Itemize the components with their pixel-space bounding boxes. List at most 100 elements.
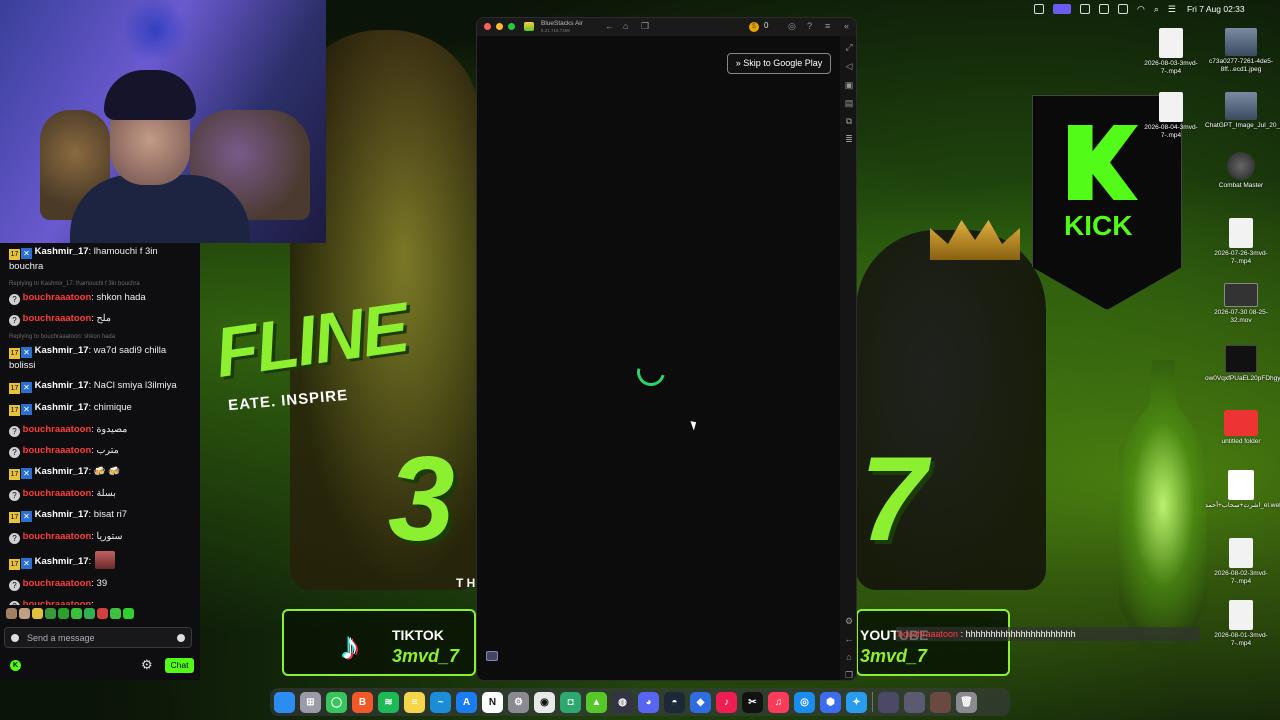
chat-message[interactable]: 17 ✕ Kashmir_17: NaCl smiya l3ilmiya: [9, 379, 194, 394]
chat-username[interactable]: bouchraaatoon: [23, 531, 92, 542]
desktop-file[interactable]: c73a0277-7261-4de5-8ff...ecd1.jpeg: [1205, 28, 1277, 74]
fullscreen-icon[interactable]: ⤢: [844, 42, 854, 52]
app-store-icon[interactable]: A: [456, 691, 477, 713]
chat-message[interactable]: 17 ✕ Kashmir_17:: [9, 551, 194, 570]
chat-username[interactable]: bouchraaatoon: [23, 292, 92, 303]
chat-username[interactable]: Kashmir_17: [35, 509, 89, 520]
desktop-file[interactable]: 2026-08-01-3mvd-7-.mp4: [1205, 600, 1277, 648]
settings-icon[interactable]: ⚙: [508, 691, 529, 713]
desktop-file[interactable]: 2026-08-02-3mvd-7-.mp4: [1205, 538, 1277, 586]
gear-icon[interactable]: ⚙: [141, 657, 153, 673]
battery-icon[interactable]: [1118, 4, 1128, 14]
chat-message-list[interactable]: 17 ✕ Kashmir_17: lhamouchi f 3in bouchra R…: [0, 243, 200, 605]
play-menu-icon[interactable]: [1099, 4, 1109, 14]
recent-apps-icon[interactable]: ❐: [641, 21, 649, 32]
desktop-file[interactable]: Combat Master: [1205, 152, 1277, 190]
close-window-button[interactable]: [484, 23, 491, 30]
capcut-icon[interactable]: ✂: [742, 691, 763, 713]
notion-icon[interactable]: N: [482, 691, 503, 713]
chat-message[interactable]: 17 ✕ Kashmir_17: lhamouchi f 3in bouchra: [9, 245, 194, 273]
chat-username[interactable]: Kashmir_17: [35, 246, 89, 257]
emote-icon[interactable]: [19, 607, 30, 619]
chat-username[interactable]: bouchraaatoon: [23, 424, 92, 435]
chat-message[interactable]: 17 ✕ Kashmir_17: chimique: [9, 401, 194, 416]
home-nav-icon[interactable]: ⌂: [844, 652, 854, 662]
chrome-icon[interactable]: ◉: [534, 691, 555, 713]
emote-bar[interactable]: [6, 606, 192, 620]
chat-message[interactable]: ? bouchraaatoon: بسلة: [9, 487, 194, 501]
menu-extra-icon[interactable]: [1080, 4, 1090, 14]
emote-icon[interactable]: [6, 607, 17, 619]
desktop-file[interactable]: ow0VqxfPUaEL20pFDhgyl...96j.mp4: [1205, 345, 1280, 383]
folder-2-icon[interactable]: [904, 691, 925, 713]
emote-icon[interactable]: [58, 607, 69, 619]
control-center-icon[interactable]: ☰: [1168, 4, 1176, 15]
desktop-file[interactable]: 2026-07-26-3mvd-7-.mp4: [1205, 218, 1277, 266]
minimize-window-button[interactable]: [496, 23, 503, 30]
chat-username[interactable]: bouchraaatoon: [23, 445, 92, 456]
chat-username[interactable]: bouchraaatoon: [23, 578, 92, 589]
chat-username[interactable]: Kashmir_17: [35, 345, 89, 356]
desktop-file[interactable]: ChatGPT_Image_Jul_20_2..._4AM.png: [1205, 92, 1280, 130]
chat-message[interactable]: 17 ✕ Kashmir_17: 🍻 🍻: [9, 465, 194, 480]
desktop-file[interactable]: اشرت+سحاب+أحمد_el.webm: [1205, 470, 1280, 510]
notes-icon[interactable]: ≡: [404, 691, 425, 713]
desktop-file[interactable]: untitled folder: [1205, 410, 1277, 446]
skip-to-google-play-button[interactable]: » Skip to Google Play: [727, 53, 831, 74]
emote-icon[interactable]: [97, 607, 108, 619]
dropbox-menu-icon[interactable]: [1034, 4, 1044, 14]
chat-username[interactable]: bouchraaatoon: [23, 313, 92, 324]
emote-icon[interactable]: [84, 607, 95, 619]
help-icon[interactable]: ?: [807, 21, 812, 32]
home-icon[interactable]: ⌂: [623, 21, 628, 32]
obs-icon[interactable]: ◍: [612, 691, 633, 713]
layers-icon[interactable]: ≣: [844, 134, 854, 144]
kick-icon[interactable]: K: [10, 660, 21, 671]
emote-icon[interactable]: [45, 607, 56, 619]
emote-icon[interactable]: [32, 607, 43, 619]
emote-icon[interactable]: [71, 607, 82, 619]
chat-message-input[interactable]: Send a message: [4, 627, 192, 648]
system-info-icon[interactable]: ⬢: [820, 691, 841, 713]
chat-rules-icon[interactable]: [11, 633, 19, 642]
clock[interactable]: Fri 7 Aug 02:33: [1187, 4, 1245, 14]
zoom-window-button[interactable]: [508, 23, 515, 30]
desktop-file[interactable]: 2026-07-30 08-25-32.mov: [1205, 283, 1277, 325]
chat-send-button[interactable]: Chat: [165, 658, 194, 673]
chat-username[interactable]: bouchraaatoon: [23, 488, 92, 499]
discord-icon[interactable]: ◕: [638, 691, 659, 713]
messages-icon[interactable]: ◯: [326, 691, 347, 713]
keyboard-mapping-icon[interactable]: [486, 651, 498, 661]
media-manager-icon[interactable]: ▤: [844, 98, 854, 108]
chat-username[interactable]: Kashmir_17: [35, 466, 89, 477]
chat-message[interactable]: ? bouchraaatoon: 39: [9, 577, 194, 591]
menu-icon[interactable]: ≡: [825, 21, 830, 32]
steam-icon[interactable]: ◓: [664, 691, 685, 713]
collapse-sidebar-icon[interactable]: «: [844, 21, 849, 32]
desktop-file[interactable]: 2026-08-04-3mvd-7-.mp4: [1135, 92, 1207, 140]
chat-username[interactable]: Kashmir_17: [35, 380, 89, 391]
finder-icon[interactable]: [274, 691, 295, 713]
music-icon[interactable]: ♫: [768, 691, 789, 713]
cursor-app-icon[interactable]: ◘: [560, 691, 581, 713]
gamepad-icon[interactable]: ◎: [788, 21, 796, 32]
chat-message[interactable]: ? bouchraaatoon: hhhhhhhhhhhhhhhhhhhhhh: [9, 598, 194, 605]
back-icon[interactable]: ←: [605, 21, 614, 32]
safari-icon[interactable]: ✦: [846, 691, 867, 713]
search-icon[interactable]: ⌕: [1154, 4, 1159, 15]
emote-icon[interactable]: [123, 607, 134, 619]
chat-username[interactable]: bouchraaatoon: [23, 599, 92, 605]
chat-message[interactable]: ? bouchraaatoon: shkon hada: [9, 291, 194, 305]
recent-nav-icon[interactable]: ❐: [844, 670, 854, 680]
spotify-icon[interactable]: ≋: [378, 691, 399, 713]
wifi-icon[interactable]: ◠: [1137, 4, 1145, 15]
screenshot-icon[interactable]: ▣: [844, 80, 854, 90]
chat-username[interactable]: Kashmir_17: [35, 402, 89, 413]
dropbox-icon[interactable]: ◆: [690, 691, 711, 713]
bluestacks-icon[interactable]: ▲: [586, 691, 607, 713]
brave-icon[interactable]: B: [352, 691, 373, 713]
copy-icon[interactable]: ⧉: [844, 116, 854, 126]
back-nav-icon[interactable]: ←: [844, 634, 854, 644]
folder-3-icon[interactable]: [930, 691, 951, 713]
folder-1-icon[interactable]: [878, 691, 899, 713]
